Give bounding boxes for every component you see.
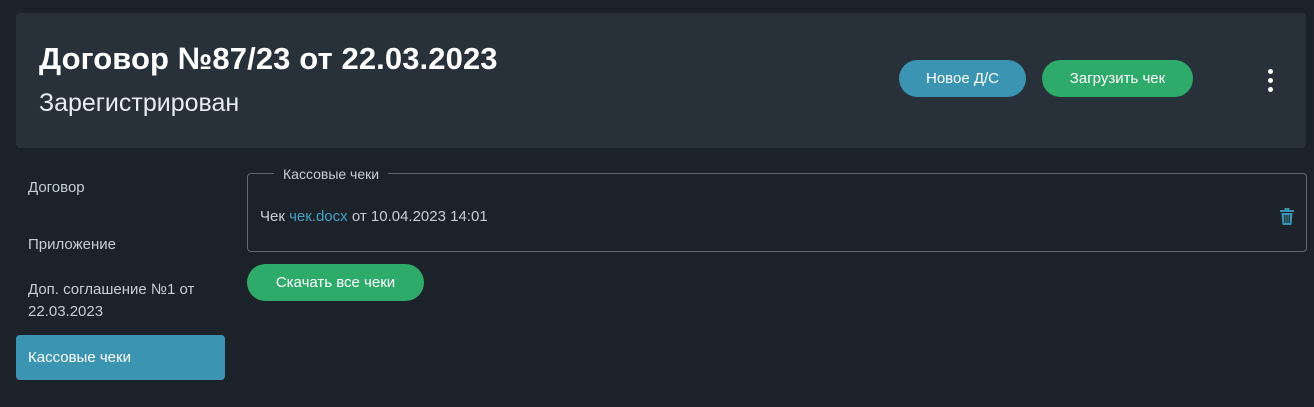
- receipts-fieldset: Кассовые чеки Чек чек.docx от 10.04.2023…: [247, 165, 1307, 252]
- kebab-dot: [1267, 86, 1273, 92]
- receipt-file-link[interactable]: чек.docx: [289, 208, 348, 225]
- kebab-dot: [1267, 77, 1273, 83]
- new-ds-button[interactable]: Новое Д/С: [899, 60, 1026, 97]
- sidebar-item-contract[interactable]: Договор: [16, 177, 225, 199]
- more-options-icon[interactable]: [1259, 65, 1281, 95]
- receipt-prefix: Чек: [260, 208, 285, 225]
- receipt-date: от 10.04.2023 14:01: [351, 208, 488, 225]
- download-all-receipts-button[interactable]: Скачать все чеки: [247, 264, 424, 301]
- contract-status: Зарегистрирован: [39, 89, 240, 117]
- kebab-dot: [1267, 68, 1273, 74]
- sidebar-item-appendix[interactable]: Приложение: [16, 234, 225, 256]
- page-title: Договор №87/23 от 22.03.2023: [39, 41, 498, 76]
- sidebar-item-supplementary-agreement[interactable]: Доп. соглашение №1 от 22.03.2023: [16, 279, 216, 323]
- contract-header: Договор №87/23 от 22.03.2023 Зарегистрир…: [16, 13, 1306, 148]
- sidebar-item-receipts[interactable]: Кассовые чеки: [16, 335, 225, 380]
- receipt-row: Чек чек.docx от 10.04.2023 14:01: [260, 208, 488, 225]
- upload-receipt-button[interactable]: Загрузить чек: [1042, 60, 1193, 97]
- receipts-legend: Кассовые чеки: [274, 165, 389, 183]
- trash-icon[interactable]: [1280, 208, 1294, 225]
